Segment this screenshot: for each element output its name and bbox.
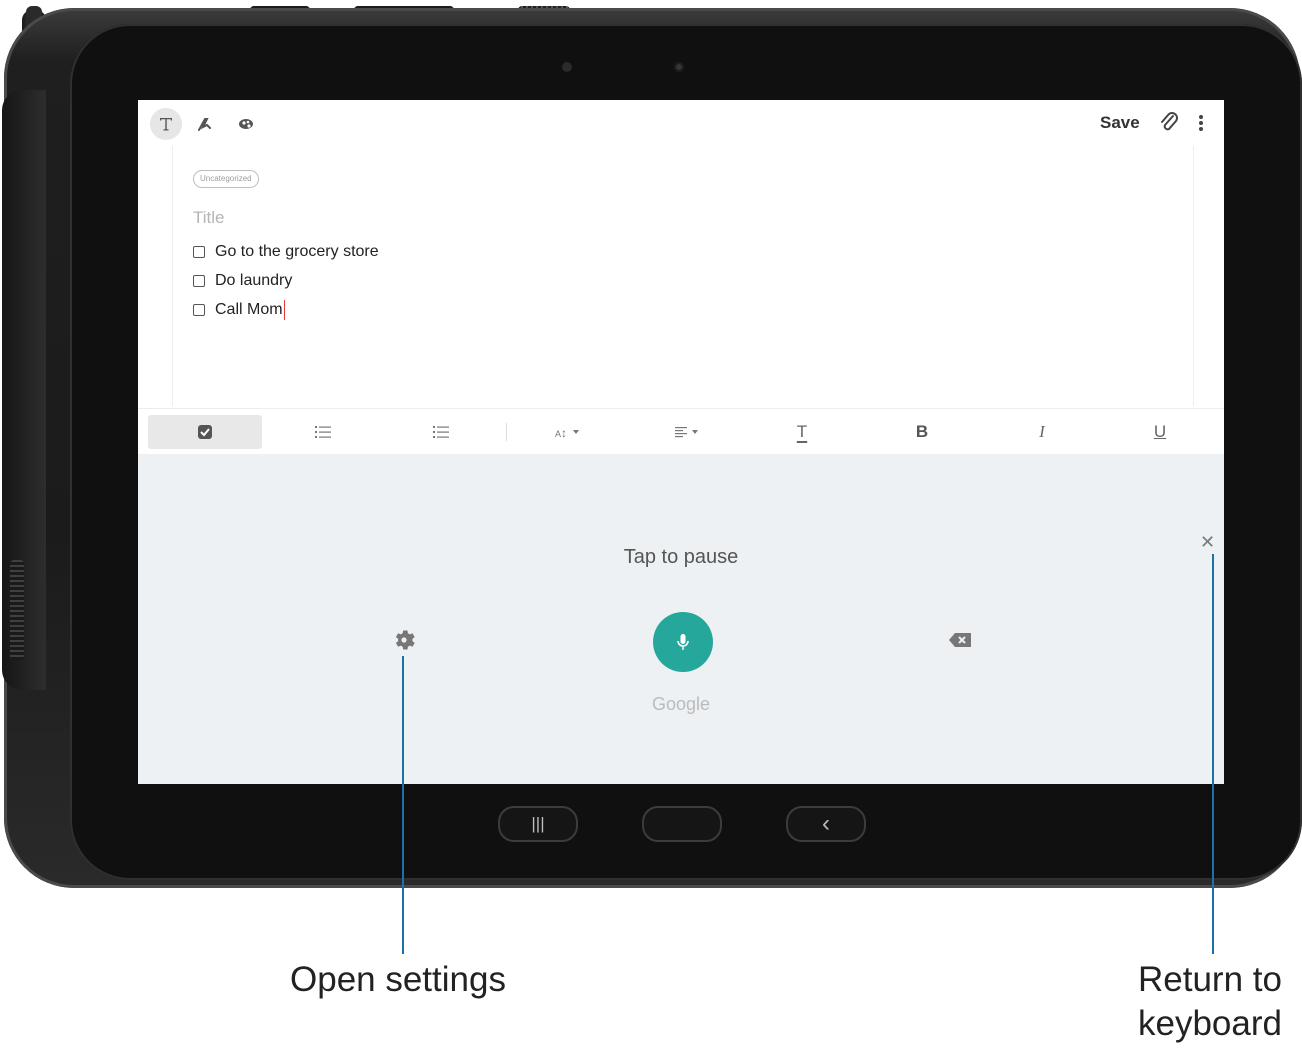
keyboard-callout-line2: keyboard: [1138, 1004, 1282, 1043]
numbered-list-icon: [433, 426, 449, 438]
align-icon: [675, 427, 698, 438]
checkbox-icon[interactable]: [193, 275, 205, 287]
voice-provider-label: Google: [651, 694, 711, 714]
format-toolbar: A ↕ T B I U: [138, 408, 1224, 455]
back-icon: ‹: [822, 810, 830, 837]
front-camera-icon: [674, 62, 684, 72]
italic-button[interactable]: I: [1022, 415, 1062, 449]
checklist-item-text: Do laundry: [215, 272, 293, 289]
keyboard-callout-line: [1212, 554, 1214, 954]
checklist-item[interactable]: Go to the grocery store: [193, 240, 379, 264]
title-field[interactable]: Title: [193, 208, 225, 228]
pen-mode-icon[interactable]: [190, 108, 222, 140]
sensor-icon: [562, 62, 572, 72]
recents-button[interactable]: |||: [498, 806, 578, 842]
text-cursor: [283, 300, 285, 320]
microphone-icon: [677, 634, 689, 650]
close-icon[interactable]: ✕: [1200, 532, 1215, 553]
settings-callout-line: [402, 656, 404, 954]
checklist-item[interactable]: Do laundry: [193, 269, 292, 293]
bulleted-list-button[interactable]: [298, 415, 348, 449]
svg-text:↕: ↕: [561, 426, 567, 439]
back-button[interactable]: ‹: [786, 806, 866, 842]
side-grip: [10, 560, 24, 660]
text-mode-icon[interactable]: [150, 108, 182, 140]
side-bumper: [2, 90, 46, 690]
note-toolbar: Save: [138, 100, 1224, 146]
underline-button[interactable]: U: [1140, 415, 1180, 449]
attach-icon[interactable]: [1158, 110, 1180, 136]
toolbar-divider: [506, 423, 507, 441]
checkbox-icon[interactable]: [193, 304, 205, 316]
bulleted-list-icon: [315, 426, 331, 438]
font-size-icon: A ↕: [555, 426, 579, 439]
numbered-list-button[interactable]: [416, 415, 466, 449]
save-button[interactable]: Save: [1100, 113, 1140, 133]
underline-icon: U: [1153, 422, 1167, 441]
text-color-button[interactable]: T: [782, 415, 822, 449]
recents-icon: |||: [531, 814, 545, 833]
voice-status[interactable]: Tap to pause: [138, 546, 1224, 569]
gear-icon[interactable]: [392, 628, 416, 652]
checklist-item-text: Go to the grocery store: [215, 243, 379, 260]
voice-input-panel: Tap to pause ✕ Google: [138, 454, 1224, 784]
more-options-icon[interactable]: [1194, 112, 1208, 134]
category-chip[interactable]: Uncategorized: [193, 170, 259, 188]
home-button[interactable]: [642, 806, 722, 842]
keyboard-callout-line1: Return to: [1138, 960, 1282, 999]
microphone-button[interactable]: [653, 612, 713, 672]
checklist-item[interactable]: Call Mom: [193, 298, 285, 322]
settings-callout: Open settings: [290, 960, 506, 999]
checklist-item-text: Call Mom: [215, 301, 283, 318]
checkbox-icon: [198, 425, 212, 439]
brush-mode-icon[interactable]: [230, 108, 262, 140]
font-size-button[interactable]: A ↕: [544, 415, 594, 449]
italic-icon: I: [1039, 422, 1045, 441]
bold-icon: B: [915, 422, 929, 441]
checkbox-icon[interactable]: [193, 246, 205, 258]
backspace-icon[interactable]: [948, 630, 974, 650]
align-button[interactable]: [664, 415, 714, 449]
checkbox-list-button[interactable]: [148, 415, 262, 449]
text-color-icon: T: [796, 422, 808, 441]
note-editor[interactable]: Uncategorized Title Go to the grocery st…: [172, 146, 1194, 406]
screen: Save Uncategorized Title Go to the groce…: [138, 100, 1224, 784]
bold-button[interactable]: B: [902, 415, 942, 449]
